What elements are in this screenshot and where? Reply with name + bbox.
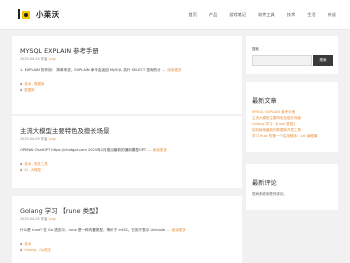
post-card: 主流大模型主要特色及擅长场景 2025-04-09 作者 Liqo OPENAI… — [12, 116, 242, 188]
search-widget: 搜索 搜索 — [246, 36, 338, 74]
category-link[interactable]: 技术 — [24, 241, 31, 246]
read-more-link[interactable]: 阅读更多 — [153, 148, 167, 152]
post-date: 2025-04-09 — [20, 137, 40, 141]
site-header: 小莱沃 首页 产品 游戏笔记 软件工具 技术 生活 杂谈 — [0, 0, 350, 30]
post-meta: 2025-04-09 作者 Liqo — [20, 136, 56, 141]
post-author-prefix: 作者 — [40, 137, 48, 141]
nav-item-products[interactable]: 产品 — [209, 12, 217, 18]
post-title[interactable]: MYSQL EXPLAIN 参考手册 — [20, 46, 99, 55]
post-meta: 2025-04-05 作者 Liqo — [20, 216, 56, 221]
nav-item-home[interactable]: 首页 — [189, 12, 197, 18]
nav-item-life[interactable]: 生活 — [307, 12, 315, 18]
main-nav: 首页 产品 游戏笔记 软件工具 技术 生活 杂谈 — [177, 12, 336, 18]
tag-link[interactable]: AI — [24, 168, 27, 172]
recent-post-link[interactable]: 主流大模型主要特色及擅长场景 — [252, 116, 301, 121]
recent-comments-widget: 最新评论 您尚未收到任何评论。 — [246, 164, 338, 210]
post-meta: 2025-04-15 作者 Liqo — [20, 56, 56, 61]
category-link[interactable]: 技术 — [24, 161, 31, 166]
post-card: Golang 学习 【rune 类型】 2025-04-05 作者 Liqo 什… — [12, 196, 242, 263]
post-excerpt: 什么是 rune? 在 Go 语言中，rune 是一种内置类型，等价于 int3… — [20, 228, 186, 233]
post-tags: ▪ AI, 大模型 — [20, 167, 41, 173]
post-excerpt: OPENAI ChatGPT https://chatgpt.com 2025年… — [20, 148, 167, 153]
recent-post-link[interactable]: 如何使用最新的数据库开发工具 — [252, 128, 301, 133]
post-title[interactable]: 主流大模型主要特色及擅长场景 — [20, 126, 109, 135]
no-comments-text: 您尚未收到任何评论。 — [252, 192, 287, 196]
tag-link[interactable]: Golang — [24, 248, 36, 252]
post-author-prefix: 作者 — [40, 57, 48, 61]
excerpt-text: OPENAI ChatGPT https://chatgpt.com 2025年… — [20, 148, 151, 152]
recent-post-link[interactable]: Golang 学习 【rune 类型】 — [252, 122, 297, 127]
post-categories: ▪ 技术, 软件工具 — [20, 161, 48, 167]
post-categories: ▪ 技术, 数据库 — [20, 81, 45, 87]
folder-icon: ▪ — [20, 161, 23, 166]
logo-icon — [18, 8, 31, 20]
tag-icon: ▪ — [20, 87, 23, 92]
post-date: 2025-04-05 — [20, 217, 40, 221]
excerpt-text: 什么是 rune? 在 Go 语言中，rune 是一种内置类型，等价于 int3… — [20, 228, 170, 232]
search-button[interactable]: 搜索 — [313, 55, 333, 66]
post-date: 2025-04-15 — [20, 57, 40, 61]
post-tags: ▪ Golang, Go语法 — [20, 247, 51, 253]
tag-link[interactable]: Go语法 — [39, 247, 50, 252]
post-card: MYSQL EXPLAIN 参考手册 2025-04-15 作者 Liqo 1.… — [12, 36, 242, 114]
post-tags: ▪ 数据库 — [20, 87, 34, 93]
site-logo[interactable]: 小莱沃 — [18, 8, 59, 20]
tag-link[interactable]: 大模型 — [31, 167, 41, 172]
category-link[interactable]: 数据库 — [34, 81, 44, 86]
folder-icon: ▪ — [20, 241, 23, 246]
tag-icon: ▪ — [20, 167, 23, 172]
recent-posts-widget: 最新文章 MYSQL EXPLAIN 参考手册 主流大模型主要特色及擅长场景 G… — [246, 82, 338, 152]
nav-item-misc[interactable]: 杂谈 — [328, 12, 336, 18]
read-more-link[interactable]: 阅读更多 — [172, 228, 186, 232]
post-title[interactable]: Golang 学习 【rune 类型】 — [20, 206, 102, 215]
recent-post-link[interactable]: 学习 Rust 的第一个实用程序：cat 编程篇 — [252, 134, 317, 139]
tag-link[interactable]: 数据库 — [24, 87, 34, 92]
post-categories: ▪ 技术 — [20, 241, 31, 247]
nav-item-tech[interactable]: 技术 — [287, 12, 295, 18]
recent-posts-title: 最新文章 — [252, 98, 277, 105]
folder-icon: ▪ — [20, 81, 23, 86]
post-author-prefix: 作者 — [40, 217, 48, 221]
tag-icon: ▪ — [20, 247, 23, 252]
search-label: 搜索 — [252, 47, 259, 51]
category-link[interactable]: 软件工具 — [34, 161, 48, 166]
read-more-link[interactable]: 阅读更多 — [167, 68, 181, 72]
category-link[interactable]: 技术 — [24, 81, 31, 86]
post-excerpt: 1. EXPLAIN 的作用： 简单来说，EXPLAIN 命令会返回 MySQL… — [20, 68, 182, 73]
post-author[interactable]: Liqo — [49, 217, 56, 221]
nav-item-software-tools[interactable]: 软件工具 — [258, 12, 275, 18]
post-author[interactable]: Liqo — [49, 57, 56, 61]
recent-post-link[interactable]: MYSQL EXPLAIN 参考手册 — [252, 110, 295, 115]
nav-item-game-notes[interactable]: 游戏笔记 — [229, 12, 246, 18]
site-name[interactable]: 小莱沃 — [36, 9, 59, 20]
recent-comments-title: 最新评论 — [252, 180, 277, 187]
post-author[interactable]: Liqo — [49, 137, 56, 141]
search-input[interactable] — [252, 55, 312, 66]
excerpt-text: 1. EXPLAIN 的作用： 简单来说，EXPLAIN 命令会返回 MySQL… — [20, 68, 166, 72]
